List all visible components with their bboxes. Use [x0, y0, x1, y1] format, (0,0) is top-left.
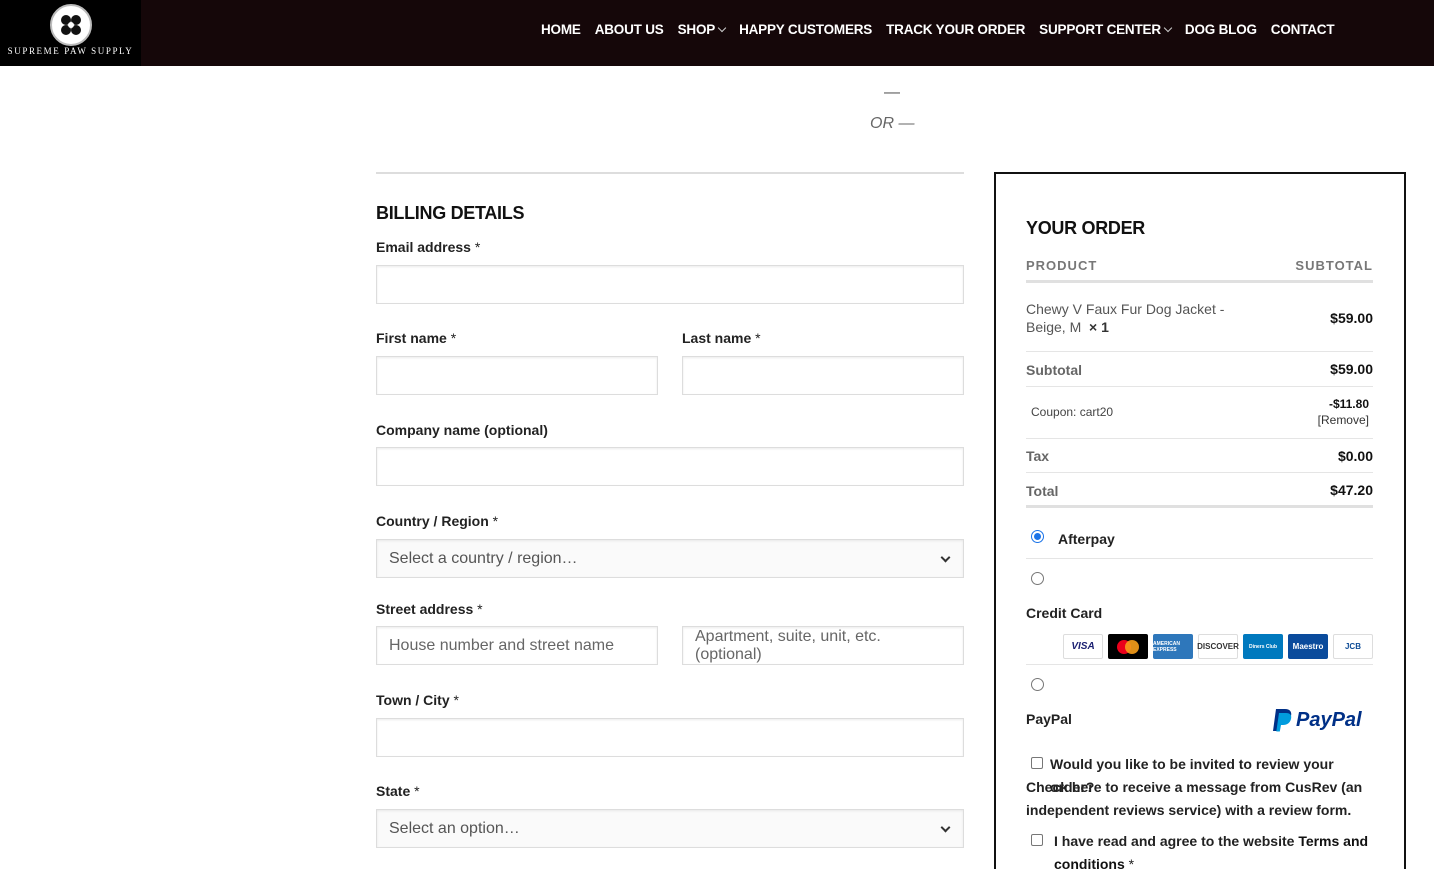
chevron-down-icon — [940, 552, 951, 563]
billing-divider — [376, 172, 964, 174]
separator-or: OR — — [870, 115, 915, 132]
card-logo-jcb: JCB — [1333, 634, 1373, 659]
paypal-logo: PayPal — [1272, 707, 1362, 733]
last-name-label: Last name * — [682, 330, 761, 346]
row-rule — [1026, 472, 1373, 473]
row-rule — [1026, 664, 1373, 665]
total-value: $47.20 — [1330, 482, 1373, 498]
apartment-field[interactable]: Apartment, suite, unit, etc. (optional) — [682, 626, 964, 665]
order-header-rule — [1026, 280, 1373, 283]
separator-dash: — — [884, 84, 900, 101]
nav-about-us[interactable]: ABOUT US — [595, 22, 664, 37]
site-header: SUPREME PAW SUPPLY HOME ABOUT US SHOP HA… — [0, 0, 1434, 66]
company-field[interactable] — [376, 447, 964, 486]
row-rule — [1026, 351, 1373, 352]
row-rule — [1026, 386, 1373, 387]
afterpay-label: Afterpay — [1058, 531, 1115, 547]
chevron-down-icon — [1163, 23, 1173, 33]
first-name-field[interactable] — [376, 356, 658, 395]
state-select-value: Select an option… — [389, 819, 520, 837]
order-title: YOUR ORDER — [1026, 218, 1146, 238]
remove-coupon-link[interactable]: [Remove] — [1226, 413, 1369, 427]
total-label: Total — [1026, 483, 1059, 499]
review-invite-checkbox[interactable] — [1031, 757, 1043, 769]
order-item-qty: × 1 — [1089, 319, 1109, 335]
paypal-radio[interactable] — [1031, 678, 1044, 691]
afterpay-radio[interactable] — [1031, 530, 1044, 543]
credit-card-label: Credit Card — [1026, 605, 1103, 621]
main-nav: HOME ABOUT US SHOP HAPPY CUSTOMERS TRACK… — [541, 22, 1335, 37]
coupon-label: Coupon: cart20 — [1031, 405, 1114, 419]
credit-card-radio[interactable] — [1031, 572, 1044, 585]
nav-dog-blog[interactable]: DOG BLOG — [1185, 22, 1257, 37]
col-subtotal: SUBTOTAL — [1295, 258, 1373, 273]
billing-title: BILLING DETAILS — [376, 203, 525, 223]
nav-happy-customers[interactable]: HAPPY CUSTOMERS — [739, 22, 872, 37]
order-item-name: Chewy V Faux Fur Dog Jacket - Beige, M ×… — [1026, 301, 1225, 335]
card-logo-discover: DISCOVER — [1197, 634, 1239, 659]
apartment-placeholder: Apartment, suite, unit, etc. (optional) — [695, 627, 881, 663]
street-address-field[interactable]: House number and street name — [376, 626, 658, 665]
chevron-down-icon — [717, 23, 727, 33]
last-name-field[interactable] — [682, 356, 964, 395]
review-invite-description: Check here to receive a message from Cus… — [1026, 779, 1363, 818]
paypal-icon — [1273, 709, 1292, 732]
street-label: Street address * — [376, 601, 483, 617]
paypal-label: PayPal — [1026, 711, 1072, 727]
site-logo[interactable]: SUPREME PAW SUPPLY — [0, 0, 141, 66]
country-select[interactable]: Select a country / region… — [376, 539, 964, 578]
card-logo-diners-club: Diners Club — [1243, 634, 1283, 659]
city-label: Town / City * — [376, 692, 459, 708]
order-item-price: $59.00 — [1330, 310, 1373, 326]
nav-contact[interactable]: CONTACT — [1271, 22, 1335, 37]
nav-home[interactable]: HOME — [541, 22, 581, 37]
tax-value: $0.00 — [1337, 448, 1373, 464]
total-rule — [1026, 505, 1373, 508]
nav-track-your-order[interactable]: TRACK YOUR ORDER — [886, 22, 1025, 37]
state-label: State * — [376, 783, 420, 799]
email-label: Email address * — [376, 239, 481, 255]
city-field[interactable] — [376, 718, 964, 757]
row-rule — [1026, 438, 1373, 439]
country-label: Country / Region * — [376, 513, 499, 529]
subtotal-value: $59.00 — [1330, 361, 1373, 377]
terms-checkbox[interactable] — [1031, 834, 1043, 846]
subtotal-label: Subtotal — [1026, 362, 1082, 378]
card-logo-visa: VISA — [1063, 634, 1103, 659]
country-select-value: Select a country / region… — [389, 549, 578, 567]
card-logo-mastercard — [1108, 634, 1148, 659]
card-logo-maestro: Maestro — [1288, 634, 1328, 659]
coupon-value: -$11.80 — [1328, 397, 1369, 411]
first-name-label: First name * — [376, 330, 457, 346]
street-placeholder: House number and street name — [389, 636, 615, 654]
tax-label: Tax — [1026, 448, 1050, 464]
chevron-down-icon — [940, 822, 951, 833]
paw-logo-icon — [50, 4, 92, 46]
row-rule — [1026, 558, 1373, 559]
card-logo-american-express: AMERICAN EXPRESS — [1153, 634, 1193, 659]
nav-support-center[interactable]: SUPPORT CENTER — [1039, 22, 1173, 37]
company-label: Company name (optional) — [376, 422, 548, 438]
state-select[interactable]: Select an option… — [376, 809, 964, 848]
nav-shop[interactable]: SHOP — [678, 22, 727, 37]
email-field[interactable] — [376, 265, 964, 304]
terms-text: I have read and agree to the website Ter… — [1054, 830, 1384, 869]
paypal-wordmark: PayPal — [1296, 708, 1362, 731]
brand-name: SUPREME PAW SUPPLY — [7, 46, 134, 56]
